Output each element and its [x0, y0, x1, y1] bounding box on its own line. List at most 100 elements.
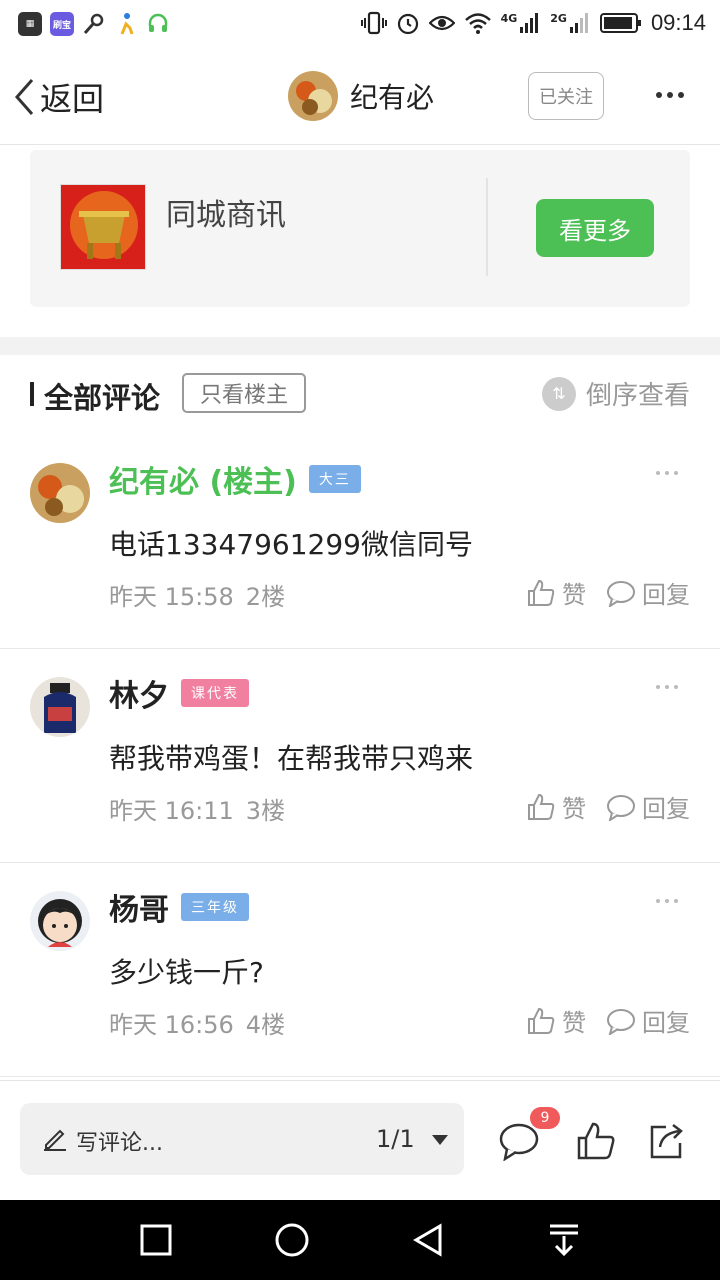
author-avatar[interactable] — [288, 71, 338, 121]
author-name: 纪有必 — [350, 81, 435, 114]
promo-card[interactable]: 同城商讯 看更多 — [30, 150, 690, 307]
key-icon — [83, 13, 104, 34]
comment-actions: 赞 回复 — [526, 575, 690, 610]
comment-floor: 4楼 — [245, 1011, 286, 1039]
commenter-avatar[interactable] — [30, 677, 90, 737]
promo-divider — [486, 178, 488, 276]
page-indicator[interactable]: 1/1 — [376, 1125, 415, 1153]
level-badge: 课代表 — [181, 679, 249, 707]
write-comment-input[interactable]: 写评论... 1/1 — [20, 1103, 464, 1175]
app-notification-icon: ▦ — [18, 12, 42, 36]
comment-more-button[interactable] — [656, 685, 678, 689]
back-button[interactable]: 返回 — [12, 74, 104, 120]
comment-time: 昨天 15:58 — [109, 583, 234, 611]
comment-item: 林夕 课代表 帮我带鸡蛋！在帮我带只鸡来 昨天 16:11 3楼 赞 回复 — [0, 649, 720, 863]
signal-4g-label: 4G — [500, 12, 518, 25]
only-host-filter-button[interactable]: 只看楼主 — [182, 373, 306, 413]
author-info[interactable]: 纪有必 — [288, 71, 434, 121]
commenter-row: 杨哥 三年级 — [109, 885, 249, 929]
more-options-button[interactable] — [650, 80, 690, 110]
comment-item: 纪有必 (楼主) 大三 电话13347961299微信同号 昨天 15:58 2… — [0, 435, 720, 649]
section-indicator-bar — [30, 382, 34, 406]
status-bar-notifications: ▦ 刷宝 — [18, 12, 170, 36]
commenter-name[interactable]: 林夕 — [109, 671, 169, 715]
shuabao-app-icon: 刷宝 — [50, 12, 74, 36]
notification-pulldown-icon[interactable] — [546, 1222, 582, 1258]
reply-label: 回复 — [642, 795, 690, 823]
reply-button[interactable]: 回复 — [606, 789, 690, 824]
comment-more-button[interactable] — [656, 899, 678, 903]
commenter-name[interactable]: 杨哥 — [109, 885, 169, 929]
comment-text: 帮我带鸡蛋！在帮我带只鸡来 — [109, 742, 474, 775]
comment-time: 昨天 16:11 — [109, 797, 234, 825]
signal-2g: 2G — [550, 12, 591, 34]
comment-text: 电话13347961299微信同号 — [109, 528, 473, 561]
speech-bubble-icon — [607, 580, 635, 607]
like-label: 赞 — [562, 795, 586, 823]
bottom-action-bar: 写评论... 1/1 9 — [0, 1080, 720, 1200]
reverse-sort-button[interactable]: ⇅ 倒序查看 — [541, 375, 690, 412]
more-dot-icon — [656, 471, 660, 475]
like-button[interactable]: 赞 — [526, 789, 586, 824]
comment-floor: 3楼 — [245, 797, 286, 825]
section-separator — [0, 337, 720, 355]
eye-icon — [428, 15, 455, 31]
speech-bubble-icon — [607, 794, 635, 821]
like-button[interactable]: 赞 — [526, 575, 586, 610]
runner-app-icon — [120, 13, 134, 35]
level-badge: 大三 — [308, 465, 361, 493]
write-comment-label: 写评论... — [76, 1131, 163, 1156]
reply-label: 回复 — [642, 1009, 690, 1037]
back-nav-icon[interactable] — [410, 1222, 446, 1258]
see-more-button[interactable]: 看更多 — [536, 199, 654, 257]
more-dot-icon — [656, 685, 660, 689]
promo-title: 同城商讯 — [166, 198, 286, 233]
comment-actions: 赞 回复 — [526, 1003, 690, 1038]
pencil-icon — [44, 1129, 66, 1151]
comment-time: 昨天 16:56 — [109, 1011, 234, 1039]
share-icon[interactable] — [646, 1121, 686, 1161]
home-icon[interactable] — [272, 1222, 312, 1258]
comment-floor: 2楼 — [245, 583, 286, 611]
recent-apps-icon[interactable] — [138, 1222, 174, 1258]
wifi-icon — [464, 13, 491, 34]
followed-button[interactable]: 已关注 — [528, 72, 604, 120]
more-dot-icon — [667, 92, 673, 98]
top-nav-bar: 返回 纪有必 已关注 — [0, 50, 720, 145]
status-bar: ▦ 刷宝 4G 2G 09:14 — [0, 0, 720, 50]
sort-label: 倒序查看 — [585, 381, 690, 411]
reply-button[interactable]: 回复 — [606, 575, 690, 610]
commenter-row: 林夕 课代表 — [109, 671, 249, 715]
reply-button[interactable]: 回复 — [606, 1003, 690, 1038]
commenter-avatar[interactable] — [30, 463, 90, 523]
thumbs-up-icon — [528, 1007, 555, 1034]
back-label: 返回 — [40, 80, 105, 118]
reply-label: 回复 — [642, 581, 690, 609]
comments-title: 全部评论 — [44, 381, 161, 415]
like-label: 赞 — [562, 1009, 586, 1037]
alarm-icon — [397, 13, 418, 35]
signal-4g: 4G — [501, 12, 542, 34]
comment-actions: 赞 回复 — [526, 789, 690, 824]
comment-meta: 昨天 16:11 3楼 — [109, 791, 285, 826]
commenter-avatar[interactable] — [30, 891, 90, 951]
comment-meta: 昨天 15:58 2楼 — [109, 577, 285, 612]
thumbs-up-icon — [528, 579, 555, 606]
vibrate-icon — [360, 11, 387, 35]
caret-down-icon[interactable] — [432, 1135, 448, 1145]
comment-more-button[interactable] — [656, 471, 678, 475]
commenter-name[interactable]: 纪有必 (楼主) — [109, 457, 297, 501]
more-dot-icon — [656, 92, 662, 98]
thumbs-up-icon[interactable] — [576, 1121, 616, 1161]
more-dot-icon — [656, 899, 660, 903]
system-nav-bar — [0, 1200, 720, 1280]
more-dot-icon — [674, 685, 678, 689]
sort-icon: ⇅ — [541, 376, 576, 411]
comments-header: 全部评论 只看楼主 ⇅ 倒序查看 — [0, 355, 720, 435]
clock: 09:14 — [650, 10, 706, 35]
like-button[interactable]: 赞 — [526, 1003, 586, 1038]
comment-meta: 昨天 16:56 4楼 — [109, 1005, 285, 1040]
more-dot-icon — [665, 685, 669, 689]
comment-text: 多少钱一斤? — [109, 956, 264, 989]
chevron-left-icon — [14, 79, 34, 115]
